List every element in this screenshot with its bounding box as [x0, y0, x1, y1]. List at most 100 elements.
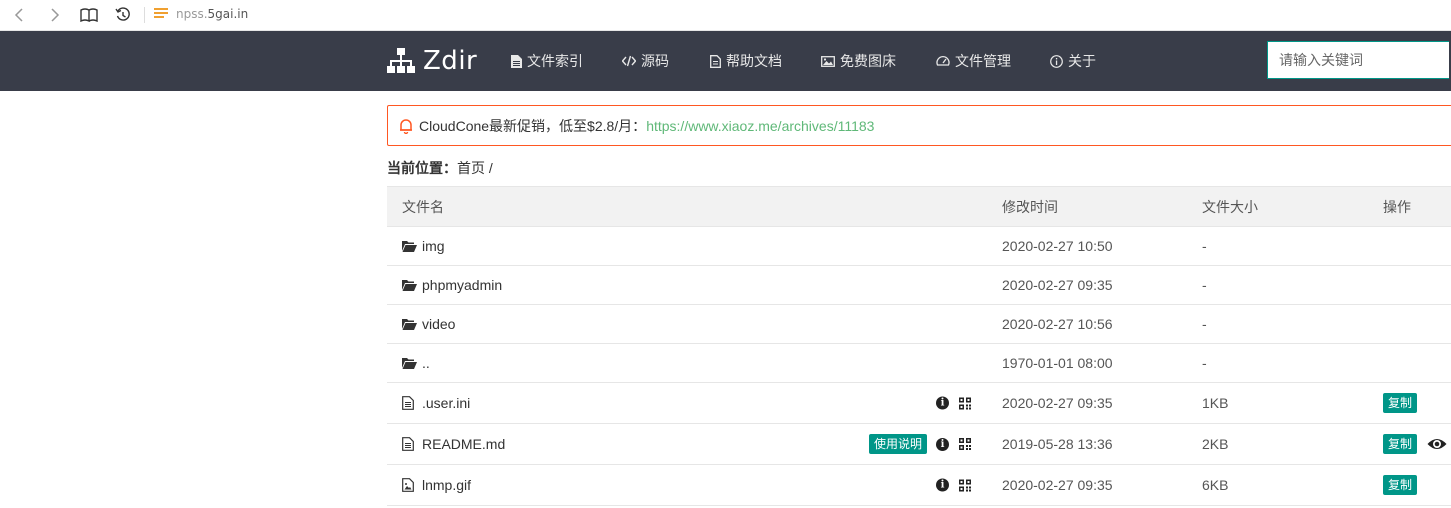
dashboard-icon [936, 54, 950, 68]
file-name: .user.ini [422, 395, 471, 411]
file-image-icon [402, 478, 418, 492]
file-text-icon [402, 437, 418, 451]
table-row: video 2020-02-27 10:56 - [387, 304, 1451, 344]
actions-cell: 复制 [1367, 382, 1451, 424]
nav-label: 文件索引 [527, 53, 583, 69]
file-size: 1KB [1187, 382, 1367, 424]
file-size: 6KB [1187, 464, 1367, 506]
nav-file-manager[interactable]: 文件管理 [936, 51, 1011, 71]
nav-free-image-host[interactable]: 免费图床 [821, 51, 896, 71]
brand-name: Zdir [423, 46, 478, 76]
qrcode-icon[interactable] [959, 438, 971, 450]
code-icon [622, 54, 636, 68]
file-link[interactable]: .user.ini [402, 395, 987, 411]
parent-folder-link[interactable]: .. [402, 355, 987, 371]
file-size: - [1187, 343, 1367, 383]
browser-toolbar: npss.5gai.in [0, 0, 1451, 31]
folder-link[interactable]: img [402, 238, 987, 254]
file-size: - [1187, 226, 1367, 266]
url-subdomain: npss. [176, 7, 208, 21]
nav-label: 免费图床 [840, 53, 896, 69]
actions-cell [1367, 226, 1451, 266]
file-name: .. [422, 355, 430, 371]
file-table: 文件名 修改时间 文件大小 操作 img 2020-02-27 10:50 - … [387, 186, 1451, 506]
actions-cell [1367, 304, 1451, 344]
address-bar[interactable]: npss.5gai.in [176, 7, 248, 21]
info-icon[interactable]: i [936, 437, 949, 451]
file-name: phpmyadmin [422, 277, 503, 293]
folder-open-icon [402, 317, 418, 331]
table-row: lnmp.gif i 2020-02-27 09:35 6KB 复制 [387, 464, 1451, 506]
breadcrumb-home[interactable]: 首页 [457, 160, 485, 176]
file-tools: i [936, 396, 971, 410]
file-size: - [1187, 265, 1367, 305]
copy-button[interactable]: 复制 [1383, 475, 1418, 495]
toolbar-divider [144, 7, 145, 23]
nav-label: 关于 [1068, 53, 1096, 69]
col-header-modified: 修改时间 [987, 186, 1187, 227]
bell-icon [400, 118, 412, 134]
page-icon [154, 8, 168, 21]
file-link[interactable]: lnmp.gif [402, 477, 987, 493]
notice-link[interactable]: https://www.xiaoz.me/archives/11183 [646, 118, 874, 134]
nav-file-index[interactable]: 文件索引 [510, 51, 583, 71]
folder-open-icon [402, 278, 418, 292]
breadcrumb-label: 当前位置： [387, 160, 457, 176]
modified-time: 1970-01-01 08:00 [987, 343, 1187, 383]
nav-about[interactable]: 关于 [1050, 51, 1096, 71]
info-icon[interactable]: i [936, 478, 949, 492]
modified-time: 2020-02-27 09:35 [987, 382, 1187, 424]
table-row: img 2020-02-27 10:50 - [387, 226, 1451, 266]
col-header-name: 文件名 [387, 186, 987, 227]
folder-link[interactable]: phpmyadmin [402, 277, 987, 293]
modified-time: 2020-02-27 10:56 [987, 304, 1187, 344]
table-row: README.md 使用说明 i 2019-05-28 13:36 2KB 复制 [387, 423, 1451, 465]
modified-time: 2019-05-28 13:36 [987, 423, 1187, 465]
sitemap-icon [387, 48, 415, 73]
nav-label: 帮助文档 [726, 53, 782, 69]
col-header-size: 文件大小 [1187, 186, 1367, 227]
actions-cell [1367, 343, 1451, 383]
file-name: README.md [422, 436, 506, 452]
qrcode-icon[interactable] [959, 397, 971, 409]
modified-time: 2020-02-27 09:35 [987, 265, 1187, 305]
folder-link[interactable]: video [402, 316, 987, 332]
document-icon [709, 54, 721, 68]
actions-cell [1367, 265, 1451, 305]
forward-icon[interactable] [44, 4, 66, 26]
file-text-icon [402, 396, 418, 410]
col-header-actions: 操作 [1367, 186, 1451, 227]
url-domain: 5gai.in [207, 7, 249, 21]
table-header-row: 文件名 修改时间 文件大小 操作 [387, 186, 1451, 227]
file-size: 2KB [1187, 423, 1367, 465]
reader-mode-icon[interactable] [78, 4, 100, 26]
modified-time: 2020-02-27 09:35 [987, 464, 1187, 506]
site-header: Zdir 文件索引 源码 帮助文档 免费图床 文件管理 关于 [0, 31, 1451, 91]
image-icon [821, 54, 835, 68]
promo-notice: CloudCone最新促销，低至$2.8/月： https://www.xiao… [387, 105, 1451, 146]
file-tools: 使用说明 i [868, 434, 971, 454]
brand-logo[interactable]: Zdir [387, 45, 477, 77]
usage-guide-button[interactable]: 使用说明 [868, 434, 927, 454]
copy-button[interactable]: 复制 [1383, 393, 1418, 413]
file-name: img [422, 238, 445, 254]
table-row: .. 1970-01-01 08:00 - [387, 343, 1451, 383]
file-tools: i [936, 478, 971, 492]
breadcrumb: 当前位置：首页 / [387, 158, 493, 178]
nav-help-docs[interactable]: 帮助文档 [709, 51, 782, 71]
search-input[interactable] [1267, 41, 1449, 79]
copy-button[interactable]: 复制 [1383, 434, 1418, 454]
nav-label: 源码 [641, 53, 669, 69]
breadcrumb-separator: / [485, 160, 493, 176]
file-icon [510, 54, 522, 68]
info-icon[interactable]: i [936, 396, 949, 410]
info-icon [1050, 54, 1063, 68]
folder-open-icon [402, 356, 418, 370]
file-name: video [422, 316, 456, 332]
history-icon[interactable] [112, 4, 134, 26]
preview-eye-icon[interactable] [1427, 437, 1447, 451]
nav-source[interactable]: 源码 [622, 51, 669, 71]
folder-open-icon [402, 239, 418, 253]
back-icon[interactable] [8, 4, 30, 26]
qrcode-icon[interactable] [959, 479, 971, 491]
